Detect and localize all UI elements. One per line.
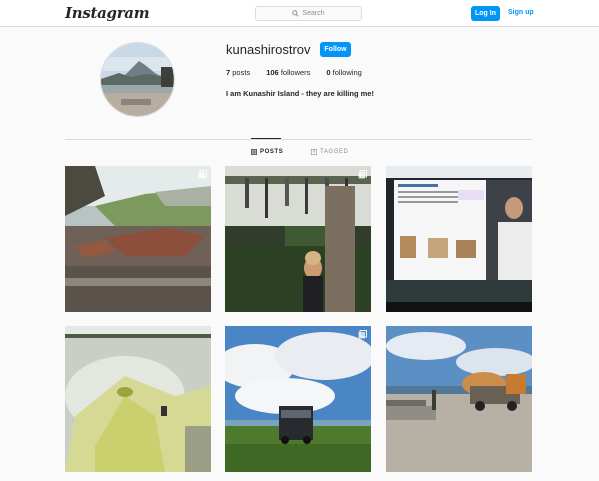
tab-tagged-label: TAGGED — [320, 149, 349, 155]
login-button[interactable]: Log In — [471, 6, 500, 21]
followers-stat[interactable]: 106 followers — [266, 68, 310, 77]
following-stat[interactable]: 0 following — [326, 68, 361, 77]
grid-icon — [251, 149, 257, 155]
tag-icon — [311, 149, 317, 155]
top-nav-bar: Instagram Search Log In Sign up — [0, 0, 599, 27]
post-thumbnail[interactable] — [65, 166, 211, 312]
tabs-divider — [65, 139, 532, 140]
followers-label: followers — [280, 68, 311, 77]
post-thumbnail[interactable] — [225, 166, 371, 312]
following-label: following — [332, 68, 362, 77]
carousel-icon — [358, 170, 367, 179]
carousel-icon — [198, 170, 207, 179]
profile-stats: 7 posts 106 followers 0 following — [226, 68, 378, 77]
following-count: 0 — [326, 68, 331, 77]
avatar[interactable] — [100, 42, 175, 117]
tab-posts-label: POSTS — [260, 149, 284, 155]
posts-label: posts — [232, 68, 251, 77]
post-thumbnail[interactable] — [386, 326, 532, 472]
posts-stat: 7 posts — [226, 68, 250, 77]
tab-tagged[interactable]: TAGGED — [311, 149, 349, 155]
profile-username: kunashirostrov — [226, 42, 311, 57]
instagram-logo[interactable]: Instagram — [65, 4, 150, 22]
tab-posts[interactable]: POSTS — [251, 149, 283, 155]
post-thumbnail[interactable] — [386, 166, 532, 312]
search-placeholder: Search — [302, 10, 325, 17]
post-thumbnail[interactable] — [65, 326, 211, 472]
profile-bio: I am Kunashir Island - they are killing … — [226, 89, 374, 98]
search-icon — [292, 10, 300, 17]
signup-link[interactable]: Sign up — [508, 9, 534, 16]
post-thumbnail[interactable] — [225, 326, 371, 472]
carousel-icon — [358, 330, 367, 339]
followers-count: 106 — [266, 68, 279, 77]
follow-button[interactable]: Follow — [320, 42, 351, 57]
active-tab-indicator — [251, 138, 281, 139]
search-input[interactable]: Search — [255, 6, 362, 21]
posts-count: 7 — [226, 68, 231, 77]
